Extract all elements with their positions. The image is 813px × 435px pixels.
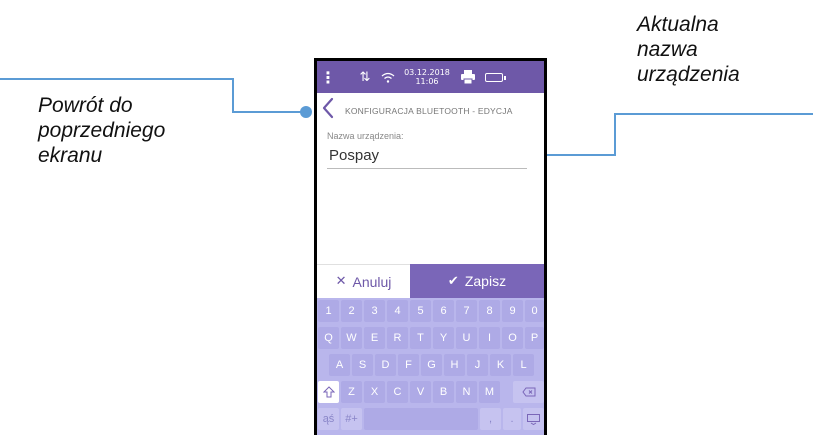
save-button[interactable]: ✔ Zapisz [410, 264, 544, 298]
printer-icon [457, 61, 479, 93]
key[interactable]: I [479, 327, 500, 349]
annotation-back-description: Powrót do poprzedniego ekranu [38, 93, 228, 168]
key[interactable]: D [375, 354, 396, 376]
key[interactable]: R [387, 327, 408, 349]
symbols-key[interactable]: #+ [341, 408, 362, 430]
key[interactable]: K [490, 354, 511, 376]
status-date: 03.12.2018 [404, 68, 450, 77]
key[interactable]: 7 [456, 300, 477, 322]
key[interactable]: L [513, 354, 534, 376]
key[interactable]: J [467, 354, 488, 376]
key[interactable]: G [421, 354, 442, 376]
key[interactable]: Y [433, 327, 454, 349]
key[interactable]: 3 [364, 300, 385, 322]
keyboard-row-home: A S D F G H J K L [317, 354, 544, 378]
annotation-line: nazwa [637, 38, 698, 61]
keyboard-row-function: ąś #+ , . [317, 408, 544, 432]
callout-line-left-v [232, 78, 234, 113]
keyboard-row-qwerty: Q W E R T Y U I O P [317, 327, 544, 351]
key[interactable]: M [479, 381, 500, 403]
device-frame: ⋮ ⇅ 03.12.2018 11:06 KONFIGURACJA BLUETO… [314, 58, 547, 435]
key[interactable]: O [502, 327, 523, 349]
page-title: KONFIGURACJA BLUETOOTH - EDYCJA [345, 106, 513, 116]
key[interactable]: P [525, 327, 544, 349]
callout-line-left-h1 [0, 78, 234, 80]
key[interactable]: C [387, 381, 408, 403]
key[interactable]: 6 [433, 300, 454, 322]
key[interactable]: 4 [387, 300, 408, 322]
cancel-button[interactable]: ✕ Anuluj [317, 264, 410, 298]
key[interactable]: N [456, 381, 477, 403]
keyboard-row-bottom-letters: Z X C V B N M [317, 381, 544, 405]
callout-line-left-h2 [232, 111, 306, 113]
shift-icon [322, 386, 335, 398]
status-time: 11:06 [415, 77, 439, 86]
device-name-label: Nazwa urządzenia: [327, 131, 404, 141]
status-bar: ⋮ ⇅ 03.12.2018 11:06 [317, 61, 544, 93]
key[interactable]: 1 [318, 300, 339, 322]
save-label: Zapisz [464, 273, 507, 289]
annotation-device-name-description: Aktualna nazwa urządzenia [637, 12, 807, 87]
key[interactable]: H [444, 354, 465, 376]
device-screen: ⋮ ⇅ 03.12.2018 11:06 KONFIGURACJA BLUETO… [317, 61, 544, 435]
key[interactable]: 2 [341, 300, 362, 322]
back-arrow-icon[interactable] [321, 97, 335, 119]
language-key[interactable]: ąś [318, 408, 339, 430]
keyboard-hide-icon [527, 413, 540, 425]
key[interactable]: W [341, 327, 362, 349]
space-key[interactable] [364, 408, 478, 430]
key[interactable]: X [364, 381, 385, 403]
key[interactable]: B [433, 381, 454, 403]
period-key[interactable]: . [503, 408, 521, 430]
callout-line-right-v [614, 113, 616, 156]
key[interactable]: A [329, 354, 350, 376]
battery-icon [483, 61, 506, 93]
shift-key[interactable] [318, 381, 339, 403]
key[interactable]: 8 [479, 300, 500, 322]
key[interactable]: 9 [502, 300, 523, 322]
checkmark-icon: ✔ [447, 273, 459, 289]
key[interactable]: S [352, 354, 373, 376]
annotation-line: Powrót do [38, 94, 133, 117]
input-underline [327, 168, 527, 169]
signal-icon: ⇅ [359, 69, 371, 85]
annotation-line: ekranu [38, 144, 103, 167]
comma-key[interactable]: , [480, 408, 501, 430]
annotation-line: Aktualna [637, 13, 719, 36]
close-icon: ✕ [335, 274, 347, 289]
annotation-line: urządzenia [637, 63, 740, 86]
key[interactable]: Q [318, 327, 339, 349]
backspace-key[interactable] [513, 381, 544, 403]
callout-dot-left [300, 106, 312, 118]
annotation-line: poprzedniego [38, 119, 166, 142]
backspace-icon [521, 387, 535, 397]
key[interactable]: V [410, 381, 431, 403]
device-name-input[interactable]: Pospay [329, 147, 379, 164]
key[interactable]: U [456, 327, 477, 349]
on-screen-keyboard: 1 2 3 4 5 6 7 8 9 0 Q W E R T Y U I O P … [317, 298, 544, 435]
callout-line-right-h2 [544, 154, 616, 156]
key[interactable]: T [410, 327, 431, 349]
key[interactable]: Z [341, 381, 362, 403]
key[interactable]: 0 [525, 300, 544, 322]
cancel-label: Anuluj [352, 273, 392, 290]
more-vertical-icon[interactable]: ⋮ [320, 61, 336, 93]
callout-line-right-h1 [614, 113, 813, 115]
keyboard-row-digits: 1 2 3 4 5 6 7 8 9 0 [317, 300, 544, 324]
key[interactable]: 5 [410, 300, 431, 322]
key[interactable]: E [364, 327, 385, 349]
status-datetime: 03.12.2018 11:06 [401, 61, 453, 93]
hide-keyboard-key[interactable] [523, 408, 544, 430]
wifi-icon [379, 61, 397, 93]
key[interactable]: F [398, 354, 419, 376]
